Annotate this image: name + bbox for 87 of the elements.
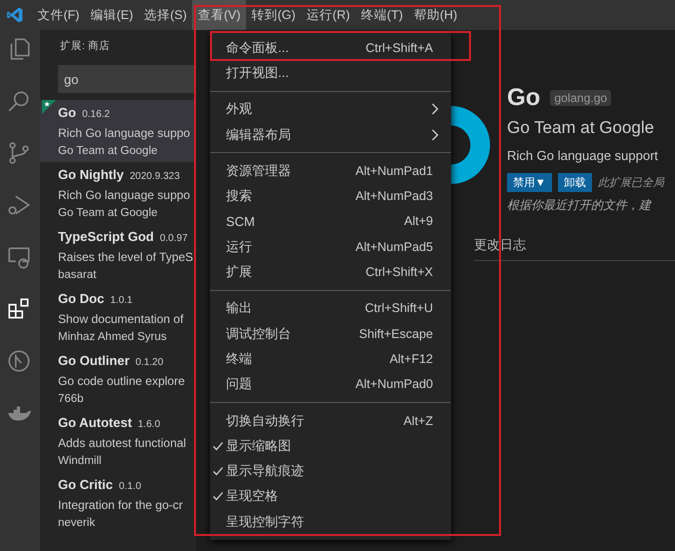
extension-version: 0.1.0 [118,481,142,492]
extension-version: 0.16.2 [82,109,110,120]
extension-title: Go [507,84,540,112]
menu-item[interactable]: 打开视图... [210,60,451,86]
extension-publisher: 766b [58,392,84,407]
extension-description: Rich Go language support [507,147,660,165]
panel-title: 扩展: 商店 [59,39,111,53]
extension-version: 0.1.20 [136,357,164,368]
extension-name: Go [58,105,76,120]
publisher-name: Go Team at Google [507,117,656,139]
extension-id-badge: golang.go [550,90,612,106]
extension-item[interactable]: Go Outliner 0.1.20 Go code outline explore 766b [40,348,196,410]
recommendation-text: 根据你最近打开的文件，建 [507,197,653,214]
menu-item[interactable]: SCM Alt+9 [210,208,451,234]
extension-name: Go Critic [58,477,113,492]
extension-version: 2020.9.323 [130,171,180,182]
details-tab[interactable]: 更改日志 [474,236,526,254]
shortcut-text: Alt+NumPad1 [356,164,433,178]
extension-publisher: Minhaz Ahmed Syrus [58,330,167,345]
menu-bar-item[interactable]: 运行(R) [301,0,356,30]
menu-bar-item[interactable]: 查看(V) [192,0,246,30]
menu-item[interactable]: 外观 [210,96,451,122]
extension-description: Rich Go language suppo [58,125,190,142]
extension-name: TypeScript God [58,229,154,244]
menu-item[interactable]: 呈现控制字符 [210,509,451,534]
menu-bar-item[interactable]: 转到(G) [246,0,302,30]
extension-name: Go Doc [58,291,104,306]
extension-publisher: neverik [58,516,96,531]
menu-item[interactable]: 终端 Alt+F12 [210,346,451,372]
menu-item[interactable]: 输出 Ctrl+Shift+U [210,296,451,321]
shortcut-text: Shift+Escape [358,326,433,341]
extension-publisher: basarat [58,268,96,283]
extension-description: Raises the level of TypeS [58,249,194,266]
menu-item[interactable]: 切换自动换行 Alt+Z [210,408,451,434]
extension-description: Adds autotest functional [58,435,186,452]
shortcut-text: Alt+9 [404,214,433,228]
action-button[interactable]: 禁用▼ [507,172,552,192]
extension-item[interactable]: Go 0.16.2 Rich Go language suppo Go Team at Google [40,100,196,162]
menu-item[interactable]: 显示缩略图 [210,433,451,458]
extension-name: Go Outliner [58,353,130,368]
extension-description: Go code outline explore [58,373,185,390]
ring-logo-icon [451,106,490,184]
menu-item[interactable]: 显示导航痕迹 [210,458,451,484]
extension-version: 1.6.0 [138,419,160,430]
extension-name: Go Autotest [58,415,132,430]
extension-publisher: Go Team at Google [58,144,158,159]
shortcut-text: Alt+F12 [390,352,433,366]
extension-item[interactable]: Go Autotest 1.6.0 Adds autotest functional Windmill [40,410,196,472]
menu-bar-item[interactable]: 编辑(E) [84,0,139,30]
extension-description: Rich Go language suppo [58,187,190,204]
extension-item[interactable]: Go Doc 1.0.1 Show documentation of Minhaz Ahmed Syrus [40,286,196,348]
extension-description: Integration for the go-cr [58,497,183,514]
shortcut-text: Alt+NumPad3 [356,189,433,204]
search-field[interactable]: go [58,65,196,93]
extension-item[interactable]: TypeScript God 0.0.97 Raises the level of TypeS basarat [40,224,196,286]
menu-item[interactable]: 命令面板... Ctrl+Shift+A [210,35,451,60]
extension-item[interactable]: Go Critic 0.1.0 Integration for the go-cr neverik [40,472,196,534]
shortcut-text: Ctrl+Shift+X [366,265,433,280]
menu-bar-item[interactable]: 帮助(H) [408,0,463,30]
extension-version: 0.0.97 [160,233,188,244]
menu-item[interactable]: 问题 Alt+NumPad0 [210,372,451,397]
app-logo-icon [6,6,24,24]
menu-item[interactable]: 编辑器布局 [210,122,451,148]
shortcut-text: Alt+NumPad0 [356,377,433,392]
menu-item[interactable]: 调试控制台 Shift+Escape [210,320,451,346]
chevron-right-icon [431,128,439,141]
menu-item[interactable]: 运行 Alt+NumPad5 [210,234,451,260]
action-button[interactable]: 卸载 [558,172,592,192]
extension-description: Show documentation of [58,311,184,328]
extension-version: 1.0.1 [110,295,132,306]
shortcut-text: Ctrl+Shift+U [364,301,433,316]
extension-publisher: Windmill [58,454,102,469]
shortcut-text: Alt+NumPad5 [356,240,433,254]
menu-item[interactable]: 呈现空格 [210,484,451,510]
extension-name: Go Nightly [58,167,124,182]
shortcut-text: Alt+Z [403,414,433,428]
chevron-right-icon [431,103,439,116]
shortcut-text: Ctrl+Shift+A [366,40,433,55]
menu-item[interactable]: 扩展 Ctrl+Shift+X [210,259,451,285]
menu-bar-item[interactable]: 文件(F) [32,0,85,30]
menu-bar-item[interactable]: 终端(T) [355,0,408,30]
extension-item[interactable]: Go Nightly 2020.9.323 Rich Go language suppo Go Team at Google [40,162,196,224]
menu-item[interactable]: 搜索 Alt+NumPad3 [210,183,451,209]
menu-item[interactable]: 资源管理器 Alt+NumPad1 [210,158,451,184]
menu-bar-item[interactable]: 选择(S) [138,0,192,30]
extension-publisher: Go Team at Google [58,206,158,221]
status-text: 此扩展已全局 [598,176,664,190]
